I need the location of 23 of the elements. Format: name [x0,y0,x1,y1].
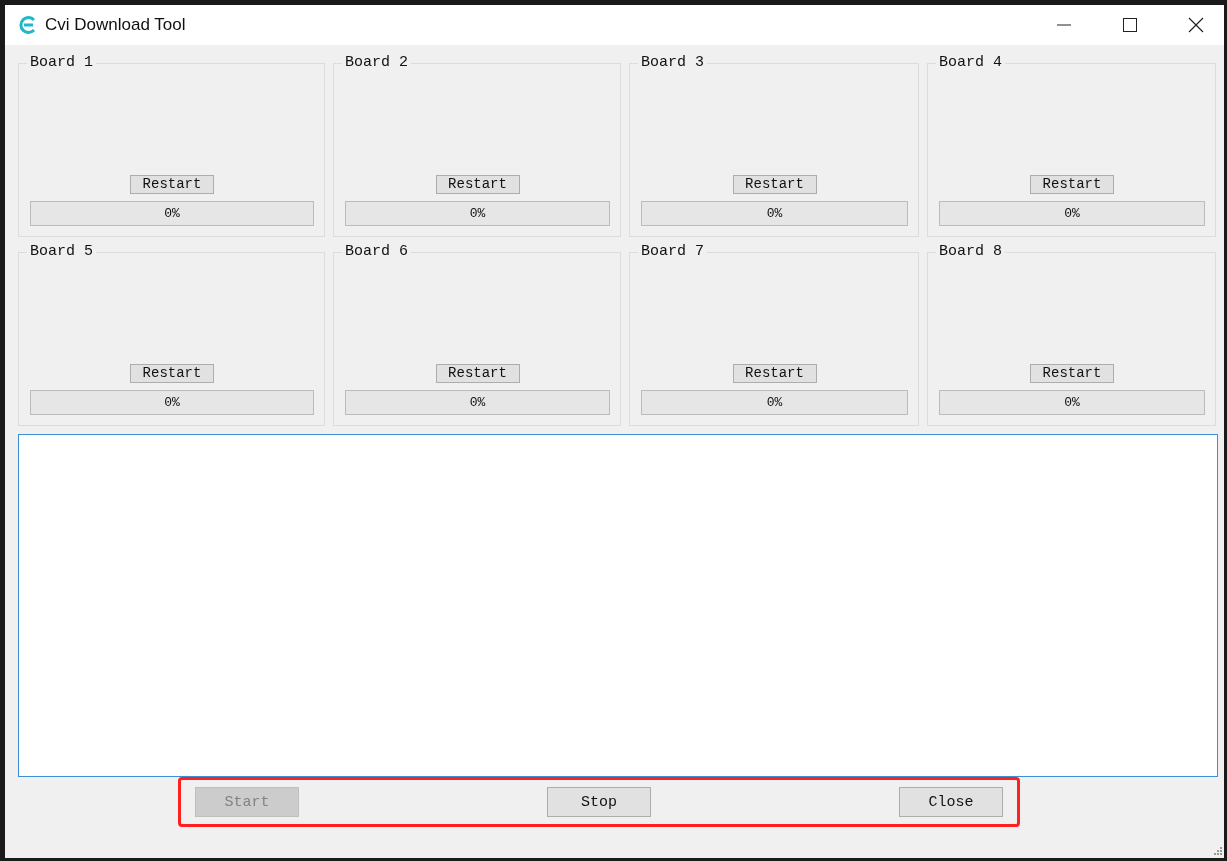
progress-text: 0% [469,206,486,221]
restart-button[interactable]: Restart [732,364,817,383]
restart-button[interactable]: Restart [1030,364,1114,383]
progress-text: 0% [1064,206,1080,221]
resize-grip-icon[interactable] [1214,847,1222,855]
close-button[interactable]: Close [899,787,1003,817]
progress-text: 0% [766,206,783,221]
window-title: Cvi Download Tool [45,15,186,35]
progress-text: 0% [1064,395,1080,410]
close-icon[interactable] [1188,17,1204,33]
app-logo-icon [19,16,37,34]
stop-button[interactable]: Stop [547,787,651,817]
restart-button[interactable]: Restart [435,175,520,194]
progress-text: 0% [164,206,180,221]
restart-button[interactable]: Restart [130,175,214,194]
progress-text: 0% [469,395,486,410]
restart-button[interactable]: Restart [130,364,214,383]
restart-button[interactable]: Restart [1030,175,1114,194]
progress-text: 0% [766,395,783,410]
maximize-icon[interactable] [1122,17,1138,33]
restart-button[interactable]: Restart [732,175,817,194]
restart-button[interactable]: Restart [435,364,520,383]
progress-text: 0% [164,395,180,410]
